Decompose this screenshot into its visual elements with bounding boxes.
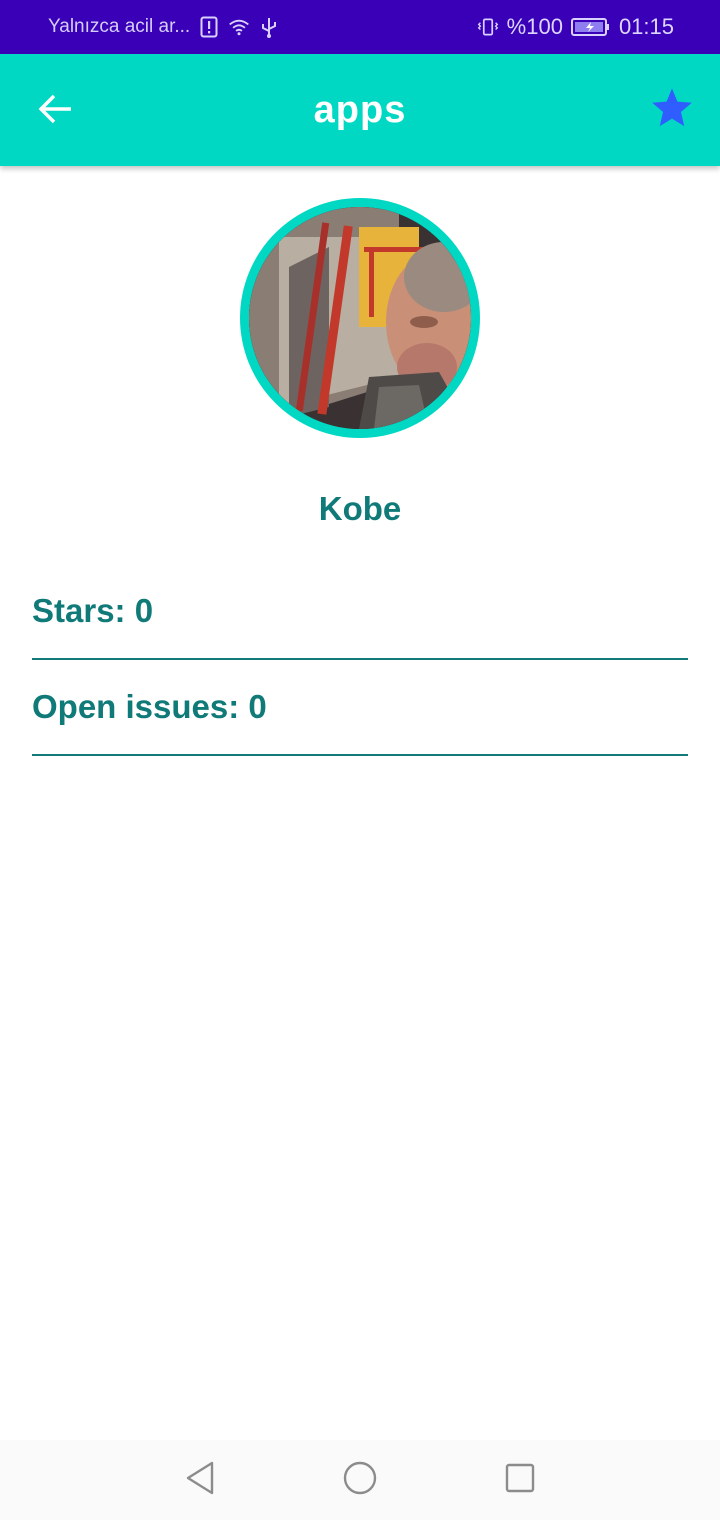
nav-home-button[interactable] <box>340 1460 380 1500</box>
arrow-back-icon <box>37 93 73 130</box>
avatar <box>249 207 471 429</box>
battery-charging-icon <box>570 16 611 38</box>
nav-back-icon <box>184 1460 216 1501</box>
clock: 01:15 <box>618 14 674 39</box>
system-nav-bar <box>0 1440 720 1520</box>
wifi-icon <box>228 16 250 38</box>
status-left: Yalnızca acil ar... <box>48 16 280 38</box>
avatar-ring <box>240 198 480 438</box>
owner-name: Kobe <box>318 490 402 527</box>
nav-recents-icon <box>504 1462 536 1499</box>
open-issues-row: Open issues: 0 <box>32 660 688 756</box>
battery-percent: %100 <box>506 14 563 39</box>
back-button[interactable] <box>34 90 76 132</box>
open-issues-label: Open issues: 0 <box>32 688 267 725</box>
nav-recents-button[interactable] <box>500 1460 540 1500</box>
status-right: %100 01:15 <box>477 14 674 40</box>
app-bar: apps <box>0 54 720 166</box>
avatar-photo <box>249 207 471 429</box>
stars-row: Stars: 0 <box>32 564 688 660</box>
carrier-text: Yalnızca acil ar... <box>48 16 191 37</box>
stars-label: Stars: 0 <box>32 592 154 629</box>
star-icon <box>650 87 694 134</box>
vibrate-icon <box>477 16 499 38</box>
alert-icon <box>198 16 220 38</box>
page-title: apps <box>313 88 407 131</box>
usb-icon <box>258 16 280 38</box>
nav-home-icon <box>342 1460 378 1501</box>
favorite-button[interactable] <box>648 86 696 134</box>
status-bar: Yalnızca acil ar... %100 01:15 <box>0 0 720 54</box>
nav-back-button[interactable] <box>180 1460 220 1500</box>
